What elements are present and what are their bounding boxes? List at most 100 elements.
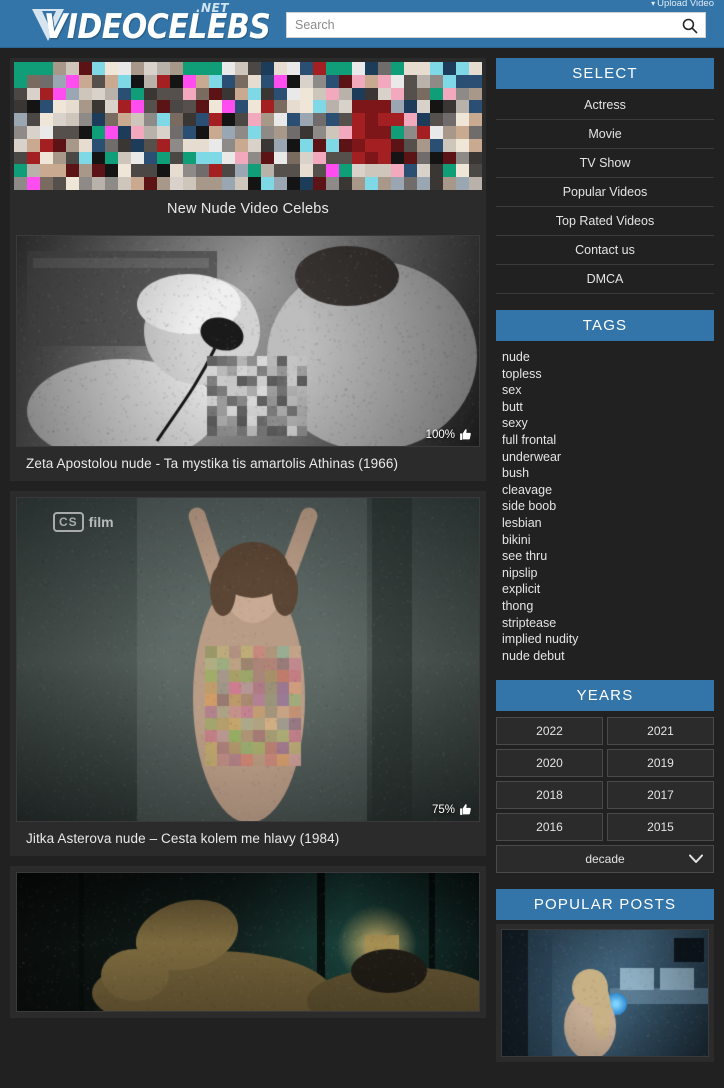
banner-collage[interactable] [14, 62, 482, 190]
tag-link[interactable]: lesbian [502, 516, 542, 530]
tag-link[interactable]: bikini [502, 533, 531, 547]
select-menu-item[interactable]: Actress [496, 91, 714, 120]
video-thumbnail[interactable] [16, 872, 480, 1012]
rating-badge: 75% [432, 803, 472, 816]
mosaic-tile [183, 62, 196, 75]
tag-list-item[interactable]: sexy [502, 415, 714, 432]
tag-link[interactable]: underwear [502, 450, 561, 464]
select-menu-item[interactable]: Top Rated Videos [496, 207, 714, 236]
mosaic-tile [92, 126, 105, 139]
tag-list-item[interactable]: implied nudity [502, 631, 714, 648]
mosaic-tile [235, 75, 248, 88]
select-menu-item-label[interactable]: Popular Videos [563, 185, 648, 199]
year-button[interactable]: 2022 [496, 717, 603, 745]
tag-link[interactable]: nipslip [502, 566, 537, 580]
year-button[interactable]: 2019 [607, 749, 714, 777]
mosaic-tile [469, 75, 482, 88]
select-menu-item[interactable]: Movie [496, 120, 714, 149]
tag-link[interactable]: nude [502, 350, 530, 364]
mosaic-tile [378, 139, 391, 152]
tag-list-item[interactable]: butt [502, 399, 714, 416]
tag-list-item[interactable]: thong [502, 598, 714, 615]
mosaic-tile [222, 139, 235, 152]
tag-list-item[interactable]: nipslip [502, 565, 714, 582]
tag-link[interactable]: implied nudity [502, 632, 578, 646]
tag-list-item[interactable]: side boob [502, 498, 714, 515]
mosaic-tile [326, 139, 339, 152]
mosaic-tile [131, 177, 144, 190]
select-menu-item-label[interactable]: Actress [584, 98, 626, 112]
tag-list-item[interactable]: full frontal [502, 432, 714, 449]
tag-list-item[interactable]: lesbian [502, 515, 714, 532]
tag-link[interactable]: topless [502, 367, 542, 381]
tag-list-item[interactable]: see thru [502, 548, 714, 565]
mosaic-tile [144, 75, 157, 88]
site-logo[interactable]: VIDEOCELEBS .NET [18, 1, 248, 47]
tag-list-item[interactable]: topless [502, 366, 714, 383]
mosaic-tile [417, 62, 430, 75]
tag-list-item[interactable]: bush [502, 465, 714, 482]
video-title[interactable]: Jitka Asterova nude – Cesta kolem me hla… [16, 822, 480, 850]
select-menu-item[interactable]: DMCA [496, 265, 714, 294]
mosaic-tile [261, 100, 274, 113]
tag-link[interactable]: full frontal [502, 433, 556, 447]
year-button[interactable]: 2018 [496, 781, 603, 809]
tag-list-item[interactable]: explicit [502, 581, 714, 598]
select-menu-item-label[interactable]: Movie [588, 127, 621, 141]
tag-list-item[interactable]: bikini [502, 532, 714, 549]
tag-link[interactable]: nude debut [502, 649, 565, 663]
year-button[interactable]: 2015 [607, 813, 714, 841]
year-button[interactable]: 2020 [496, 749, 603, 777]
video-title[interactable]: Zeta Apostolou nude - Ta mystika tis ama… [16, 447, 480, 475]
tag-list-item[interactable]: striptease [502, 615, 714, 632]
tag-list-item[interactable]: sex [502, 382, 714, 399]
tag-link[interactable]: striptease [502, 616, 556, 630]
mosaic-tile [443, 152, 456, 165]
mosaic-tile [248, 113, 261, 126]
mosaic-tile [326, 88, 339, 101]
mosaic-tile [352, 88, 365, 101]
tag-link[interactable]: see thru [502, 549, 547, 563]
years-panel: YEARS 2022 2021 2020 2019 2018 2017 2016 2015 d… [496, 680, 714, 873]
select-menu-item[interactable]: TV Show [496, 149, 714, 178]
year-button[interactable]: 2017 [607, 781, 714, 809]
select-menu-item[interactable]: Contact us [496, 236, 714, 265]
tag-list-item[interactable]: nude [502, 349, 714, 366]
mosaic-tile [27, 164, 40, 177]
select-menu-item-label[interactable]: Contact us [575, 243, 635, 257]
select-menu-item-label[interactable]: TV Show [580, 156, 631, 170]
year-button[interactable]: 2021 [607, 717, 714, 745]
tag-list-item[interactable]: underwear [502, 449, 714, 466]
tag-link[interactable]: side boob [502, 499, 556, 513]
tag-link[interactable]: butt [502, 400, 523, 414]
select-menu-item-label[interactable]: Top Rated Videos [556, 214, 654, 228]
tag-link[interactable]: bush [502, 466, 529, 480]
mosaic-tile [352, 75, 365, 88]
search-input[interactable] [287, 13, 673, 37]
tag-list-item[interactable]: nude debut [502, 648, 714, 665]
tag-link[interactable]: explicit [502, 582, 540, 596]
select-menu-item-label[interactable]: DMCA [587, 272, 624, 286]
tag-link[interactable]: sexy [502, 416, 528, 430]
tag-link[interactable]: thong [502, 599, 533, 613]
popular-post-card[interactable] [496, 924, 714, 1062]
mosaic-tile [378, 177, 391, 190]
video-thumbnail[interactable]: CS film 75% [16, 497, 480, 822]
year-button[interactable]: 2016 [496, 813, 603, 841]
tag-link[interactable]: cleavage [502, 483, 552, 497]
tag-list-item[interactable]: cleavage [502, 482, 714, 499]
mosaic-tile [53, 177, 66, 190]
upload-video-link[interactable]: ▾ Upload Video [651, 0, 714, 9]
search-button[interactable] [673, 13, 705, 37]
tag-link[interactable]: sex [502, 383, 521, 397]
decade-dropdown[interactable]: decade [496, 845, 714, 873]
mosaic-tile [417, 126, 430, 139]
mosaic-tile [248, 177, 261, 190]
video-thumbnail[interactable]: 100% [16, 235, 480, 447]
mosaic-tile [40, 88, 53, 101]
select-menu-item[interactable]: Popular Videos [496, 178, 714, 207]
mosaic-tile [352, 164, 365, 177]
mosaic-tile [339, 100, 352, 113]
mosaic-tile [105, 164, 118, 177]
mosaic-tile [391, 126, 404, 139]
